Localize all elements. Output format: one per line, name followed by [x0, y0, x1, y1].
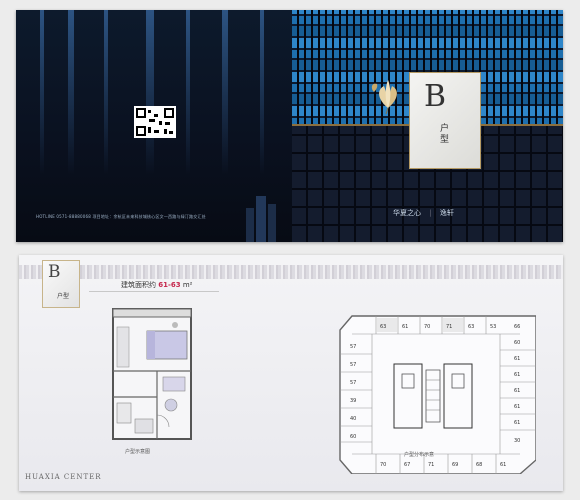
area-unit: m² [182, 281, 193, 289]
dist-label: 61 [402, 324, 408, 330]
unit-type-card: B 户型 [409, 72, 481, 169]
footer-logo: HUAXIA CENTER [25, 473, 102, 481]
dist-label: 57 [350, 362, 356, 368]
floor-plan-page: B 户型 建筑面积约 61-63 m² 户型示意图 63 61 70 71 63… [19, 255, 563, 491]
dist-label: 63 [468, 324, 474, 330]
qr-code [134, 106, 176, 138]
dist-label: 30 [514, 438, 520, 444]
dist-label: 40 [350, 416, 356, 422]
tag-label: 户型 [57, 293, 70, 300]
dist-label: 69 [452, 462, 458, 468]
dist-label: 70 [380, 462, 386, 468]
dist-label: 57 [350, 344, 356, 350]
dist-label: 60 [350, 434, 356, 440]
dist-label: 61 [514, 356, 520, 362]
dist-label: 39 [350, 398, 356, 404]
contact-info: HOTLINE 0571-88880068 项目地址：余杭区未来科技城核心区文一… [36, 214, 206, 219]
unit-type-tag: B 户型 [42, 260, 80, 308]
dist-label: 61 [514, 404, 520, 410]
dist-label: 66 [514, 324, 520, 330]
dist-label: 53 [490, 324, 496, 330]
distribution-caption: 户型分布示意 [404, 452, 435, 458]
area-value: 61-63 [158, 281, 181, 289]
unit-label: 户型 [438, 123, 448, 145]
brochure-spread: HOTLINE 0571-88880068 项目地址：余杭区未来科技城核心区文一… [16, 10, 563, 242]
dist-label: 71 [428, 462, 434, 468]
tag-letter: B [48, 262, 61, 282]
dist-label: 61 [500, 462, 506, 468]
brand-name: 华夏之心 [393, 209, 421, 217]
brand-sub: 逸轩 [439, 209, 454, 217]
dist-label: 61 [514, 372, 520, 378]
unit-letter: B [424, 79, 446, 114]
brochure-front-cover: B 户型 华夏之心 | 逸轩 [292, 10, 563, 242]
dist-label: 68 [476, 462, 482, 468]
dist-label: 60 [514, 340, 520, 346]
brand-logos: 华夏之心 | 逸轩 [393, 209, 454, 217]
unit-caption: 户型示意图 [125, 449, 151, 455]
area-prefix: 建筑面积约 [121, 281, 156, 289]
dist-label: 61 [514, 420, 520, 426]
dist-label: 61 [514, 388, 520, 394]
magnolia-icon [371, 80, 397, 114]
unit-distribution-plan: 63 61 70 71 63 53 66 57 57 57 39 40 60 6… [339, 315, 536, 474]
dist-label: 57 [350, 380, 356, 386]
unit-floor-plan [112, 308, 192, 440]
area-text: 建筑面积约 61-63 m² [121, 280, 192, 290]
dist-label: 63 [380, 324, 386, 330]
dist-label: 67 [404, 462, 410, 468]
dist-label: 71 [446, 324, 452, 330]
dist-label: 70 [424, 324, 430, 330]
area-bar: 建筑面积约 61-63 m² [89, 277, 219, 292]
brochure-back-cover: HOTLINE 0571-88880068 项目地址：余杭区未来科技城核心区文一… [16, 10, 292, 242]
